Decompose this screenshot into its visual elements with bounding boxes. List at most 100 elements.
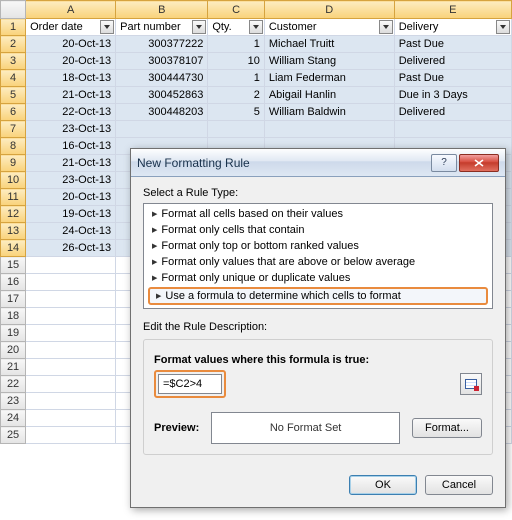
row-header[interactable]: 18 — [1, 308, 26, 325]
dialog-titlebar[interactable]: New Formatting Rule ? — [131, 149, 505, 177]
cell[interactable]: Liam Federman — [264, 70, 394, 87]
row-header[interactable]: 20 — [1, 342, 26, 359]
cell[interactable]: Delivered — [394, 53, 511, 70]
cell[interactable]: 300444730 — [116, 70, 208, 87]
cell[interactable] — [26, 427, 116, 444]
row-header[interactable]: 11 — [1, 189, 26, 206]
column-header-cell[interactable]: Customer — [264, 19, 394, 36]
row-header[interactable]: 8 — [1, 138, 26, 155]
select-all-corner[interactable] — [1, 1, 26, 19]
cell[interactable]: 22-Oct-13 — [26, 104, 116, 121]
col-header-E[interactable]: E — [394, 1, 511, 19]
cell[interactable]: 5 — [208, 104, 265, 121]
cell[interactable]: 1 — [208, 70, 265, 87]
row-header[interactable]: 7 — [1, 121, 26, 138]
cell[interactable]: Past Due — [394, 70, 511, 87]
cell[interactable]: 23-Oct-13 — [26, 121, 116, 138]
row-header[interactable]: 24 — [1, 410, 26, 427]
cell[interactable]: 21-Oct-13 — [26, 87, 116, 104]
row-header[interactable]: 1 — [1, 19, 26, 36]
row-header[interactable]: 12 — [1, 206, 26, 223]
cell[interactable]: 10 — [208, 53, 265, 70]
cell[interactable]: Past Due — [394, 36, 511, 53]
cell[interactable] — [394, 121, 511, 138]
cell[interactable] — [208, 121, 265, 138]
cell[interactable] — [26, 342, 116, 359]
cell[interactable] — [264, 121, 394, 138]
cell[interactable]: Due in 3 Days — [394, 87, 511, 104]
rule-type-item-selected[interactable]: Use a formula to determine which cells t… — [148, 287, 488, 305]
rule-type-item[interactable]: Format only cells that contain — [144, 222, 492, 238]
row-header[interactable]: 22 — [1, 376, 26, 393]
cell[interactable]: Abigail Hanlin — [264, 87, 394, 104]
row-header[interactable]: 16 — [1, 274, 26, 291]
cell[interactable]: 300452863 — [116, 87, 208, 104]
cell[interactable] — [26, 410, 116, 427]
ok-button[interactable]: OK — [349, 475, 417, 495]
cell[interactable]: William Baldwin — [264, 104, 394, 121]
cell[interactable]: 300448203 — [116, 104, 208, 121]
rule-type-item[interactable]: Format all cells based on their values — [144, 206, 492, 222]
rule-type-list[interactable]: Format all cells based on their values F… — [143, 203, 493, 309]
cell[interactable] — [26, 393, 116, 410]
cell[interactable] — [26, 274, 116, 291]
rule-type-item[interactable]: Format only values that are above or bel… — [144, 254, 492, 270]
filter-dropdown-icon[interactable] — [379, 20, 393, 34]
cell[interactable]: 24-Oct-13 — [26, 223, 116, 240]
cell[interactable] — [26, 359, 116, 376]
row-header[interactable]: 14 — [1, 240, 26, 257]
cell[interactable]: 300377222 — [116, 36, 208, 53]
row-header[interactable]: 23 — [1, 393, 26, 410]
cell[interactable]: Michael Truitt — [264, 36, 394, 53]
close-button[interactable] — [459, 154, 499, 172]
cell[interactable] — [26, 376, 116, 393]
col-header-A[interactable]: A — [26, 1, 116, 19]
row-header[interactable]: 3 — [1, 53, 26, 70]
cell[interactable]: 21-Oct-13 — [26, 155, 116, 172]
cell[interactable]: 20-Oct-13 — [26, 189, 116, 206]
help-button[interactable]: ? — [431, 154, 457, 172]
row-header[interactable]: 6 — [1, 104, 26, 121]
format-button[interactable]: Format... — [412, 418, 482, 438]
cell[interactable]: William Stang — [264, 53, 394, 70]
filter-dropdown-icon[interactable] — [192, 20, 206, 34]
cell[interactable] — [116, 121, 208, 138]
row-header[interactable]: 17 — [1, 291, 26, 308]
rule-type-item[interactable]: Format only top or bottom ranked values — [144, 238, 492, 254]
row-header[interactable]: 25 — [1, 427, 26, 444]
col-header-B[interactable]: B — [116, 1, 208, 19]
column-header-cell[interactable]: Delivery — [394, 19, 511, 36]
cell[interactable] — [26, 308, 116, 325]
cell[interactable]: 16-Oct-13 — [26, 138, 116, 155]
row-header[interactable]: 21 — [1, 359, 26, 376]
cell[interactable]: 1 — [208, 36, 265, 53]
filter-dropdown-icon[interactable] — [249, 20, 263, 34]
rule-type-item[interactable]: Format only unique or duplicate values — [144, 270, 492, 286]
formula-input[interactable] — [158, 374, 222, 394]
col-header-D[interactable]: D — [264, 1, 394, 19]
range-selector-button[interactable] — [460, 373, 482, 395]
cell[interactable] — [26, 325, 116, 342]
cancel-button[interactable]: Cancel — [425, 475, 493, 495]
col-header-C[interactable]: C — [208, 1, 265, 19]
row-header[interactable]: 19 — [1, 325, 26, 342]
row-header[interactable]: 10 — [1, 172, 26, 189]
cell[interactable]: Delivered — [394, 104, 511, 121]
row-header[interactable]: 15 — [1, 257, 26, 274]
column-header-cell[interactable]: Order date — [26, 19, 116, 36]
cell[interactable]: 18-Oct-13 — [26, 70, 116, 87]
cell[interactable]: 2 — [208, 87, 265, 104]
cell[interactable]: 300378107 — [116, 53, 208, 70]
cell[interactable] — [26, 257, 116, 274]
row-header[interactable]: 5 — [1, 87, 26, 104]
row-header[interactable]: 13 — [1, 223, 26, 240]
filter-dropdown-icon[interactable] — [496, 20, 510, 34]
cell[interactable] — [26, 291, 116, 308]
cell[interactable]: 23-Oct-13 — [26, 172, 116, 189]
row-header[interactable]: 4 — [1, 70, 26, 87]
row-header[interactable]: 9 — [1, 155, 26, 172]
column-header-cell[interactable]: Qty. — [208, 19, 265, 36]
cell[interactable]: 20-Oct-13 — [26, 36, 116, 53]
column-header-cell[interactable]: Part number — [116, 19, 208, 36]
cell[interactable]: 20-Oct-13 — [26, 53, 116, 70]
